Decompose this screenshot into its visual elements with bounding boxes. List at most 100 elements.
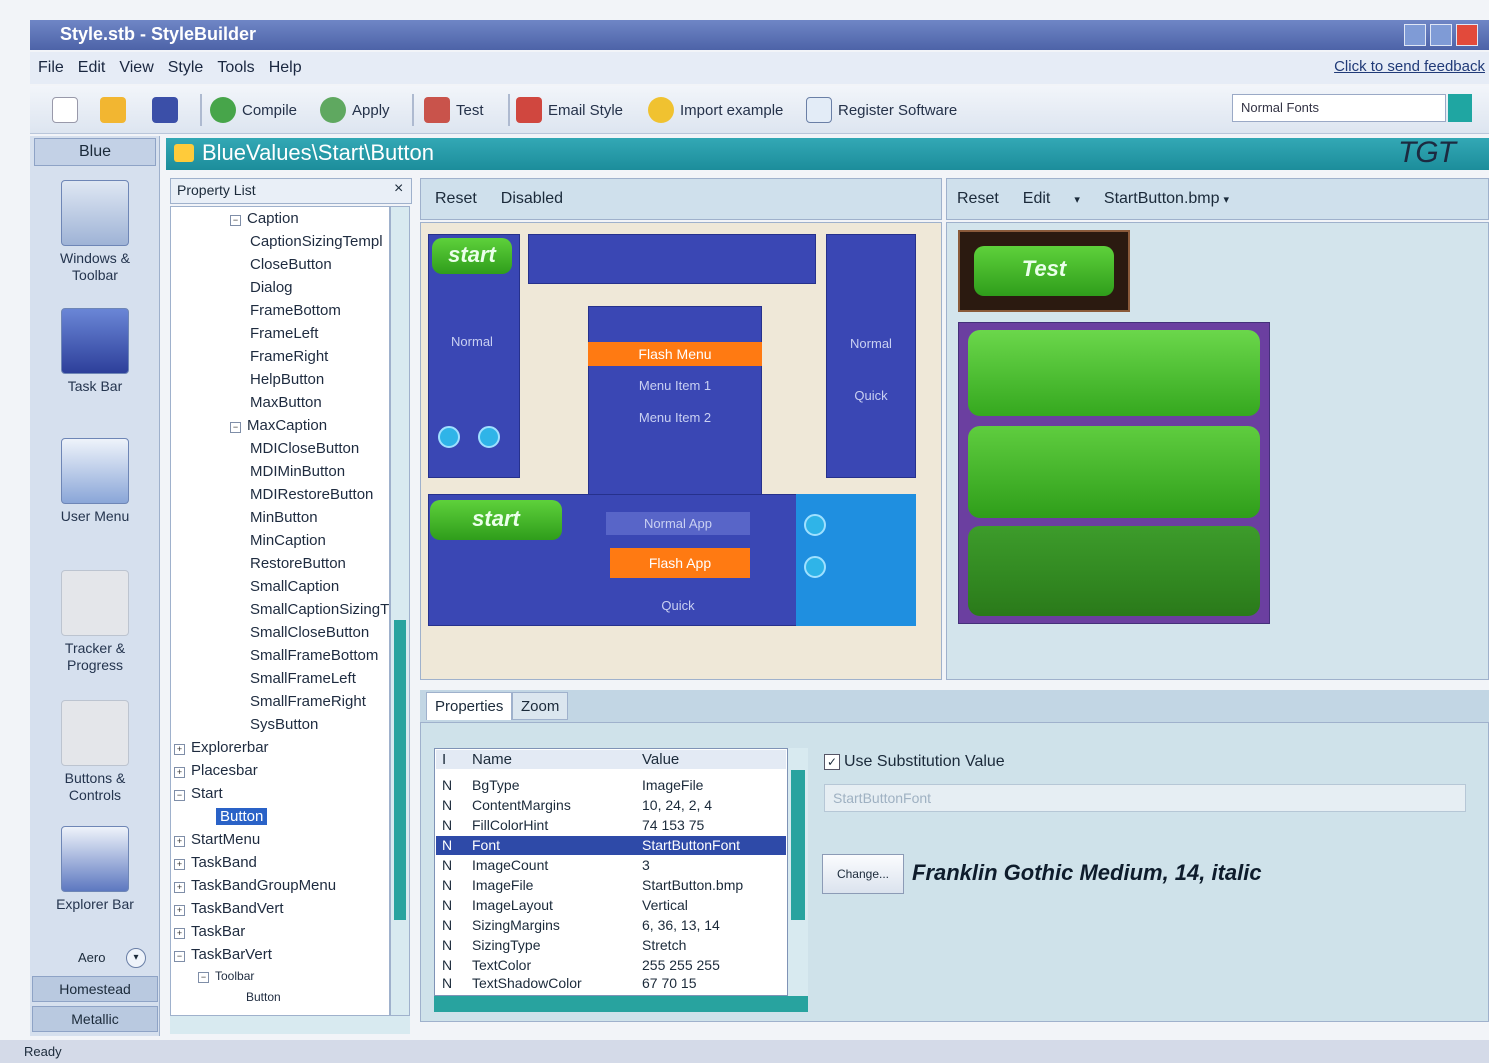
save-button[interactable] xyxy=(152,94,178,126)
tab-properties[interactable]: Properties xyxy=(426,692,513,720)
tree-node-maxcaption[interactable]: − MaxCaption xyxy=(230,417,327,434)
gallery-group-metallic[interactable]: Metallic xyxy=(32,1006,158,1032)
dropdown-arrow-icon[interactable]: ▾ xyxy=(1074,193,1080,206)
tree-node-explorerbar[interactable]: + Explorerbar xyxy=(174,739,269,756)
table-row[interactable]: N FillColorHint 74 153 75 xyxy=(436,816,786,835)
tree-node-start[interactable]: − Start xyxy=(174,785,223,802)
table-row[interactable]: N TextColor 255 255 255 xyxy=(436,956,786,975)
dropdown-arrow-icon[interactable]: ▾ xyxy=(1224,193,1230,206)
expand-icon[interactable]: + xyxy=(174,836,185,847)
table-row[interactable]: N BgType ImageFile xyxy=(436,776,786,795)
table-row[interactable]: N ImageFile StartButton.bmp xyxy=(436,876,786,895)
menu-view[interactable]: View xyxy=(119,59,153,77)
menu-edit[interactable]: Edit xyxy=(78,59,106,77)
tree-node[interactable]: FrameBottom xyxy=(250,302,341,319)
menu-file[interactable]: File xyxy=(38,59,64,77)
close-button[interactable] xyxy=(1456,24,1478,46)
expand-icon[interactable]: + xyxy=(174,882,185,893)
table-row[interactable]: N ContentMargins 10, 24, 2, 4 xyxy=(436,796,786,815)
test-button[interactable]: Test xyxy=(424,94,484,126)
table-row[interactable]: N SizingMargins 6, 36, 13, 14 xyxy=(436,916,786,935)
reset-button[interactable]: Reset xyxy=(435,190,477,208)
gallery-item-buttons-controls[interactable]: Buttons & Controls xyxy=(40,700,150,804)
disabled-toggle[interactable]: Disabled xyxy=(501,190,563,208)
font-select-button[interactable] xyxy=(1448,94,1472,122)
tree-node-taskbar[interactable]: + TaskBar xyxy=(174,923,245,940)
pin-icon[interactable]: × xyxy=(394,180,403,198)
table-row[interactable]: N ImageLayout Vertical xyxy=(436,896,786,915)
gallery-item-task-bar[interactable]: Task Bar xyxy=(40,308,150,395)
table-row[interactable]: N TextShadowColor 67 70 15 xyxy=(436,974,786,993)
expand-icon[interactable]: − xyxy=(198,972,209,983)
tree-node[interactable]: MinCaption xyxy=(250,532,326,549)
tree-node-taskbandvert[interactable]: + TaskBandVert xyxy=(174,900,284,917)
image-file-select[interactable]: StartButton.bmp xyxy=(1104,190,1220,208)
table-row[interactable]: N ImageCount 3 xyxy=(436,856,786,875)
expand-icon[interactable]: + xyxy=(174,744,185,755)
tree-node[interactable]: MaxButton xyxy=(250,394,322,411)
tree-node[interactable]: FrameLeft xyxy=(250,325,318,342)
tree-node[interactable]: SmallFrameBottom xyxy=(250,647,378,664)
tree-node[interactable]: SmallCloseButton xyxy=(250,624,369,641)
menu-style[interactable]: Style xyxy=(168,59,204,77)
start-button-preview-large[interactable]: start xyxy=(430,500,562,540)
gallery-item-user-menu[interactable]: User Menu xyxy=(40,438,150,525)
tree-node[interactable]: CaptionSizingTempl xyxy=(250,233,383,250)
grid-scrollbar-thumb[interactable] xyxy=(791,770,805,920)
tree-node[interactable]: SmallCaption xyxy=(250,578,339,595)
expand-icon[interactable]: + xyxy=(174,767,185,778)
expand-icon[interactable]: − xyxy=(174,951,185,962)
tree-node-caption[interactable]: − Caption xyxy=(230,210,299,227)
compile-button[interactable]: Compile xyxy=(210,94,297,126)
import-example-button[interactable]: Import example xyxy=(648,94,783,126)
flash-app-button[interactable]: Flash App xyxy=(610,548,750,578)
expand-icon[interactable]: − xyxy=(174,790,185,801)
flash-menu-item[interactable]: Flash Menu xyxy=(588,342,762,366)
substitution-value-field[interactable]: StartButtonFont xyxy=(824,784,1466,812)
menu-help[interactable]: Help xyxy=(269,59,302,77)
font-select[interactable]: Normal Fonts xyxy=(1232,94,1446,122)
tree-node[interactable]: HelpButton xyxy=(250,371,324,388)
tree-node[interactable]: RestoreButton xyxy=(250,555,346,572)
tree-node[interactable]: FrameRight xyxy=(250,348,328,365)
expand-icon[interactable]: − xyxy=(230,215,241,226)
tree-node[interactable]: MDICloseButton xyxy=(250,440,359,457)
tree-node[interactable]: CloseButton xyxy=(250,256,332,273)
menu-tools[interactable]: Tools xyxy=(217,59,254,77)
gallery-header[interactable]: Blue xyxy=(34,138,156,166)
tab-zoom[interactable]: Zoom xyxy=(512,692,569,720)
tree-node-taskbarvert[interactable]: − TaskBarVert xyxy=(174,946,272,963)
apply-button[interactable]: Apply xyxy=(320,94,390,126)
column-header-name[interactable]: Name xyxy=(472,751,512,768)
tree-node-toolbar[interactable]: − Toolbar xyxy=(198,969,254,983)
email-style-button[interactable]: Email Style xyxy=(516,94,623,126)
new-button[interactable] xyxy=(52,94,78,126)
gallery-item-tracker-progress[interactable]: Tracker & Progress xyxy=(40,570,150,674)
tree-scrollbar-thumb[interactable] xyxy=(394,620,406,920)
image-reset-button[interactable]: Reset xyxy=(957,190,999,208)
gallery-item-windows-toolbar[interactable]: Windows & Toolbar xyxy=(40,180,150,284)
tree-node-startmenu[interactable]: + StartMenu xyxy=(174,831,260,848)
image-edit-button[interactable]: Edit xyxy=(1023,190,1051,208)
chevron-down-icon[interactable]: ▾ xyxy=(126,948,146,968)
tree-node[interactable]: MDIRestoreButton xyxy=(250,486,373,503)
tree-node[interactable]: SmallFrameLeft xyxy=(250,670,356,687)
feedback-link[interactable]: Click to send feedback xyxy=(1334,58,1485,75)
expand-icon[interactable]: + xyxy=(174,859,185,870)
maximize-button[interactable] xyxy=(1430,24,1452,46)
expand-icon[interactable]: + xyxy=(174,928,185,939)
column-header-i[interactable]: I xyxy=(442,751,446,768)
tree-node[interactable]: Button xyxy=(246,990,281,1004)
test-button-preview[interactable]: Test xyxy=(974,246,1114,296)
table-row[interactable]: N SizingType Stretch xyxy=(436,936,786,955)
use-substitution-checkbox[interactable]: ✓ xyxy=(824,754,840,770)
tree-node-placesbar[interactable]: + Placesbar xyxy=(174,762,258,779)
tree-node-taskband[interactable]: + TaskBand xyxy=(174,854,257,871)
tree-node-start-button[interactable]: Button xyxy=(216,808,268,825)
gallery-group-homestead[interactable]: Homestead xyxy=(32,976,158,1002)
tree-node[interactable]: SysButton xyxy=(250,716,318,733)
open-button[interactable] xyxy=(100,94,126,126)
menu-item-2[interactable]: Menu Item 2 xyxy=(588,410,762,425)
normal-app-button[interactable]: Normal App xyxy=(606,512,750,535)
tree-horizontal-scrollbar[interactable] xyxy=(170,1016,410,1034)
